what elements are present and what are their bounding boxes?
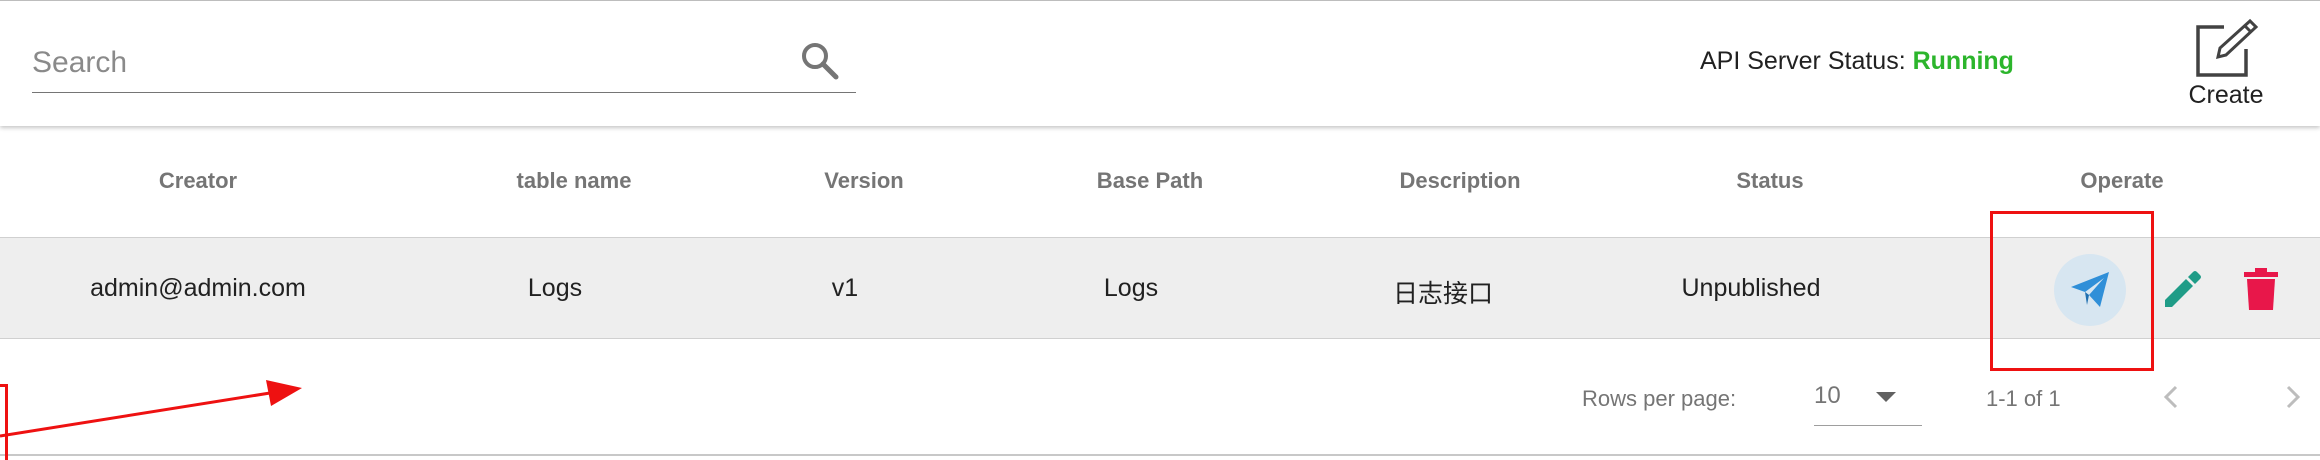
page-range: 1-1 of 1	[1986, 386, 2061, 411]
api-status-label: API Server Status:	[1700, 47, 1906, 75]
api-server-status: API Server Status: Running	[1700, 47, 2014, 76]
column-header-table-name[interactable]: table name	[517, 168, 632, 194]
column-header-description[interactable]: Description	[1399, 168, 1520, 194]
cell-creator: admin@admin.com	[90, 274, 306, 302]
toolbar: API Server Status: Running Create	[0, 0, 2320, 126]
trash-icon[interactable]	[2244, 268, 2278, 310]
annotation-arrow	[0, 380, 302, 438]
column-header-operate: Operate	[2080, 168, 2164, 193]
api-status-value: Running	[1912, 47, 2014, 75]
rows-per-page-value: 10	[1814, 382, 1841, 409]
create-button[interactable]: Create	[2172, 15, 2280, 115]
table-header: Creator table name Version Base Path Des…	[0, 126, 2320, 238]
cell-description: 日志接口	[1392, 280, 1494, 308]
edit-square-icon	[2196, 18, 2259, 77]
cell-status: Unpublished	[1681, 274, 1821, 302]
search-field[interactable]	[32, 35, 856, 93]
cell-base-path: Logs	[1103, 274, 1159, 302]
chevron-right-icon[interactable]	[2278, 380, 2306, 414]
caret-down-icon	[1876, 392, 1896, 402]
create-label: Create	[2188, 81, 2264, 109]
table-row: admin@admin.com Logs v1 Logs 日志接口 Unpubl…	[0, 238, 2320, 339]
search-icon[interactable]	[798, 39, 842, 83]
column-header-base-path[interactable]: Base Path	[1097, 168, 1203, 194]
column-header-status[interactable]: Status	[1736, 168, 1803, 194]
pencil-icon[interactable]	[2162, 270, 2202, 310]
pagination-bar: Rows per page: 10 1-1 of 1	[0, 340, 2320, 456]
rows-per-page-select[interactable]: 10	[1814, 376, 1922, 426]
chevron-left-icon[interactable]	[2158, 380, 2186, 414]
column-header-version[interactable]: Version	[824, 168, 903, 194]
rows-per-page-label: Rows per page:	[1582, 386, 1737, 411]
column-header-creator[interactable]: Creator	[159, 168, 237, 194]
cell-table-name: Logs	[527, 274, 583, 302]
cell-version: v1	[831, 274, 859, 302]
search-input[interactable]	[32, 35, 792, 91]
